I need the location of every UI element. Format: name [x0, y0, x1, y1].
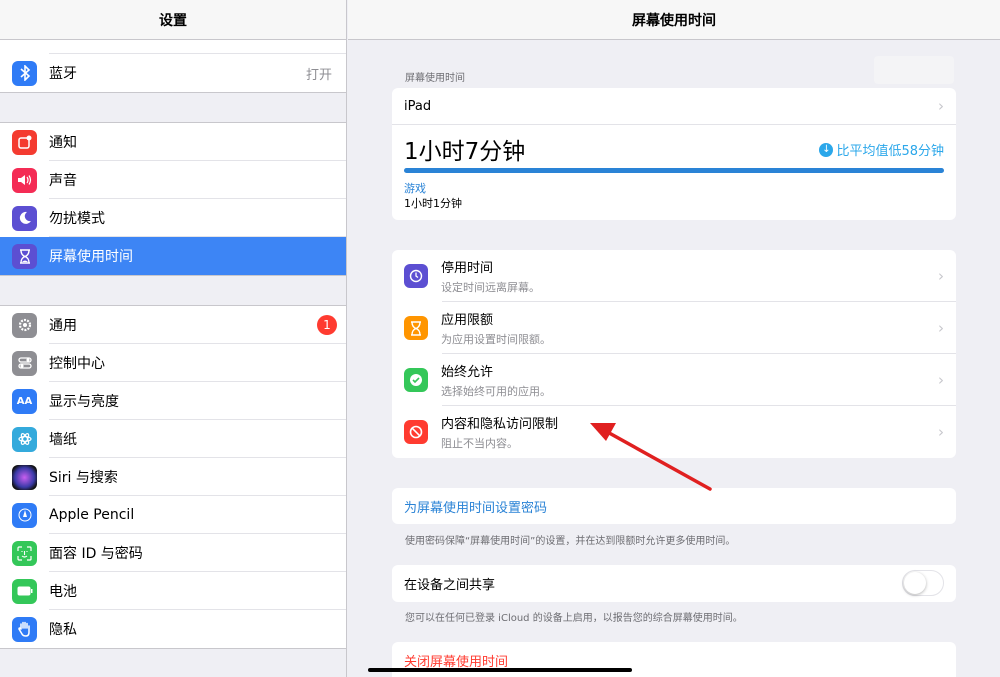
face-id-icon	[12, 540, 37, 566]
battery-icon	[12, 578, 37, 604]
usage-caption: 屏幕使用时间	[405, 73, 465, 84]
privacy-hand-icon	[12, 616, 37, 642]
sidebar-item-label: Siri 与搜索	[49, 470, 118, 486]
usage-bar	[404, 168, 944, 173]
sidebar-item-label: Apple Pencil	[49, 507, 135, 523]
usage-card[interactable]: iPad › 1小时7分钟 ↓ 比平均值低58分钟 游戏 1小时1分钟	[392, 88, 956, 220]
control-center-icon	[12, 350, 37, 376]
sidebar-item-do-not-disturb[interactable]: 勿扰模式	[0, 199, 346, 237]
sidebar-item-battery[interactable]: 电池	[0, 572, 346, 610]
set-passcode-link[interactable]: 为屏幕使用时间设置密码	[392, 488, 956, 524]
option-subtitle: 阻止不当内容。	[441, 437, 518, 450]
sidebar-item-apple-pencil[interactable]: Apple Pencil	[0, 496, 346, 534]
sidebar-item-sounds[interactable]: 声音	[0, 161, 346, 199]
sidebar-item-label: 墙纸	[49, 432, 77, 448]
sidebar-item-label: 电池	[49, 584, 77, 600]
wallpaper-icon	[12, 426, 37, 452]
toggle-knob	[904, 572, 926, 594]
screen-time-detail: 屏幕使用时间 屏幕使用时间 iPad › 1小时7分钟 ↓ 比平均值低58分钟 …	[348, 0, 1000, 677]
passcode-card: 为屏幕使用时间设置密码	[392, 488, 956, 524]
sidebar-item-label: 通知	[49, 135, 77, 151]
sidebar-item-display[interactable]: AA 显示与亮度	[0, 382, 346, 420]
downtime-icon	[404, 264, 428, 288]
options-card: 停用时间 设定时间远离屏幕。 › 应用限额 为应用设置时间限额。 › 始终允许 …	[392, 250, 956, 458]
siri-icon	[12, 464, 37, 490]
sidebar-title: 设置	[0, 0, 346, 40]
display-brightness-icon: AA	[12, 388, 37, 414]
sidebar-item-general[interactable]: 通用 1	[0, 306, 346, 344]
hourglass-icon	[12, 243, 37, 269]
share-note: 您可以在任何已登录 iCloud 的设备上启用，以报告您的综合屏幕使用时间。	[405, 613, 743, 624]
device-row[interactable]: iPad ›	[392, 88, 956, 125]
sidebar-item-bluetooth[interactable]: 蓝牙 打开	[0, 54, 346, 92]
option-title: 应用限额	[441, 313, 494, 328]
home-indicator[interactable]	[368, 668, 632, 672]
share-label: 在设备之间共享	[404, 578, 496, 593]
sidebar-item-control-center[interactable]: 控制中心	[0, 344, 346, 382]
sidebar-item-label: 面容 ID 与密码	[49, 546, 143, 562]
option-title: 始终允许	[441, 365, 494, 380]
category-name: 游戏	[404, 182, 426, 195]
sidebar-item-label: 声音	[49, 173, 77, 189]
chevron-right-icon: ›	[938, 423, 944, 441]
total-usage-time: 1小时7分钟	[404, 139, 526, 165]
device-name: iPad	[404, 98, 432, 114]
moon-icon	[12, 205, 37, 231]
arrow-down-circle-icon: ↓	[819, 142, 834, 157]
share-across-devices-row: 在设备之间共享	[392, 565, 956, 602]
bluetooth-status: 打开	[305, 67, 332, 83]
option-title: 停用时间	[441, 261, 494, 276]
update-badge: 1	[317, 315, 337, 335]
notifications-icon	[12, 129, 37, 155]
option-title: 内容和隐私访问限制	[441, 417, 559, 432]
category-time: 1小时1分钟	[404, 197, 462, 210]
sidebar-item-label: 蓝牙	[49, 66, 77, 82]
settings-sidebar: 设置 蓝牙 打开 通知 声音 勿扰模式 屏幕使用时间 通用 1 控制中心 AA …	[0, 0, 347, 677]
sidebar-item-notifications[interactable]: 通知	[0, 123, 346, 161]
share-card: 在设备之间共享	[392, 565, 956, 602]
sounds-icon	[12, 167, 37, 193]
chevron-right-icon: ›	[938, 97, 944, 115]
sidebar-item-screen-time[interactable]: 屏幕使用时间	[0, 237, 346, 275]
option-subtitle: 设定时间远离屏幕。	[441, 281, 540, 294]
sidebar-item-partial[interactable]	[0, 40, 346, 54]
sidebar-item-siri[interactable]: Siri 与搜索	[0, 458, 346, 496]
share-toggle[interactable]	[902, 570, 944, 596]
comparison-text: 比平均值低58分钟	[836, 144, 944, 159]
sidebar-item-label: 控制中心	[49, 356, 105, 372]
pencil-icon	[12, 502, 37, 528]
page-title: 屏幕使用时间	[348, 0, 1000, 40]
sidebar-item-label: 显示与亮度	[49, 394, 119, 410]
sidebar-item-label: 屏幕使用时间	[49, 249, 133, 265]
chevron-right-icon: ›	[938, 371, 944, 389]
restrictions-icon	[404, 420, 428, 444]
sidebar-item-label: 勿扰模式	[49, 211, 105, 227]
chevron-right-icon: ›	[938, 267, 944, 285]
option-always-allowed[interactable]: 始终允许 选择始终可用的应用。 ›	[392, 354, 956, 406]
gear-icon	[12, 312, 37, 338]
always-allowed-icon	[404, 368, 428, 392]
option-downtime[interactable]: 停用时间 设定时间远离屏幕。 ›	[392, 250, 956, 302]
average-comparison: ↓ 比平均值低58分钟	[819, 140, 944, 159]
passcode-note: 使用密码保障“屏幕使用时间”的设置，并在达到限额时允许更多使用时间。	[405, 536, 736, 547]
sidebar-item-privacy[interactable]: 隐私	[0, 610, 346, 648]
option-subtitle: 选择始终可用的应用。	[441, 385, 551, 398]
sidebar-item-label: 通用	[49, 318, 77, 334]
chevron-right-icon: ›	[938, 319, 944, 337]
sidebar-item-face-id[interactable]: 面容 ID 与密码	[0, 534, 346, 572]
app-limits-icon	[404, 316, 428, 340]
option-app-limits[interactable]: 应用限额 为应用设置时间限额。 ›	[392, 302, 956, 354]
option-subtitle: 为应用设置时间限额。	[441, 333, 551, 346]
option-content-privacy-restrictions[interactable]: 内容和隐私访问限制 阻止不当内容。 ›	[392, 406, 956, 458]
sidebar-item-label: 隐私	[49, 622, 77, 638]
blurred-region	[874, 56, 954, 84]
sidebar-item-wallpaper[interactable]: 墙纸	[0, 420, 346, 458]
bluetooth-icon	[12, 60, 37, 86]
